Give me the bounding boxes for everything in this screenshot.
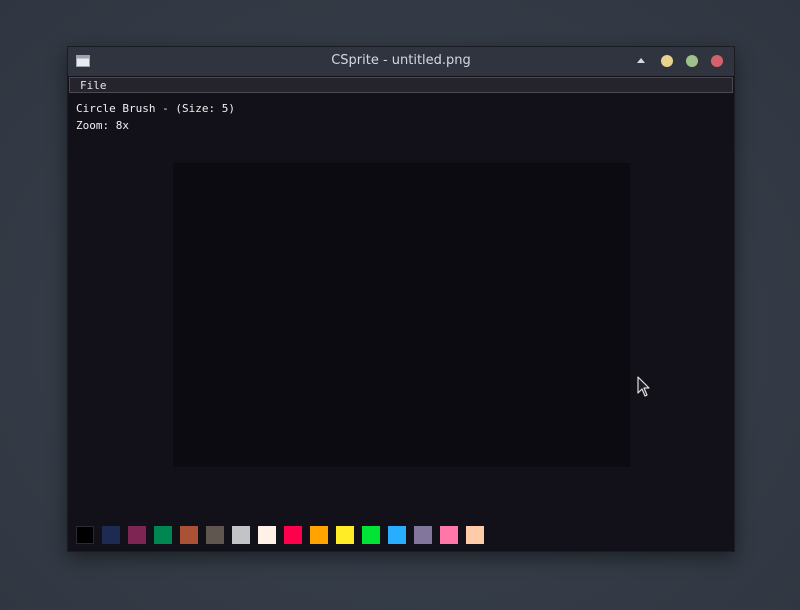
menu-bar: File [69, 77, 733, 93]
maximize-button[interactable] [686, 55, 698, 67]
menu-item-file[interactable]: File [80, 79, 107, 92]
palette-swatch-2[interactable] [102, 526, 120, 544]
palette-swatch-12[interactable] [362, 526, 380, 544]
drawing-canvas[interactable] [173, 163, 630, 467]
palette-swatch-1[interactable] [76, 526, 94, 544]
palette-swatch-10[interactable] [310, 526, 328, 544]
zoom-status: Zoom: 8x [76, 119, 129, 132]
palette-swatch-9[interactable] [284, 526, 302, 544]
minimize-button[interactable] [661, 55, 673, 67]
palette-swatch-16[interactable] [466, 526, 484, 544]
close-button[interactable] [711, 55, 723, 67]
palette-swatch-15[interactable] [440, 526, 458, 544]
palette-swatch-4[interactable] [154, 526, 172, 544]
palette-swatch-8[interactable] [258, 526, 276, 544]
desktop: CSprite - untitled.png File Circle Brush… [0, 0, 800, 610]
brush-status: Circle Brush - (Size: 5) [76, 102, 235, 115]
palette-swatch-11[interactable] [336, 526, 354, 544]
title-bar[interactable]: CSprite - untitled.png [68, 47, 734, 76]
color-palette [76, 526, 484, 544]
palette-swatch-6[interactable] [206, 526, 224, 544]
shade-button[interactable] [637, 58, 645, 63]
palette-swatch-14[interactable] [414, 526, 432, 544]
palette-swatch-5[interactable] [180, 526, 198, 544]
palette-swatch-7[interactable] [232, 526, 250, 544]
palette-swatch-3[interactable] [128, 526, 146, 544]
mouse-pointer-icon [637, 376, 650, 397]
palette-swatch-13[interactable] [388, 526, 406, 544]
app-window: CSprite - untitled.png File Circle Brush… [67, 46, 735, 552]
window-title: CSprite - untitled.png [331, 53, 471, 68]
